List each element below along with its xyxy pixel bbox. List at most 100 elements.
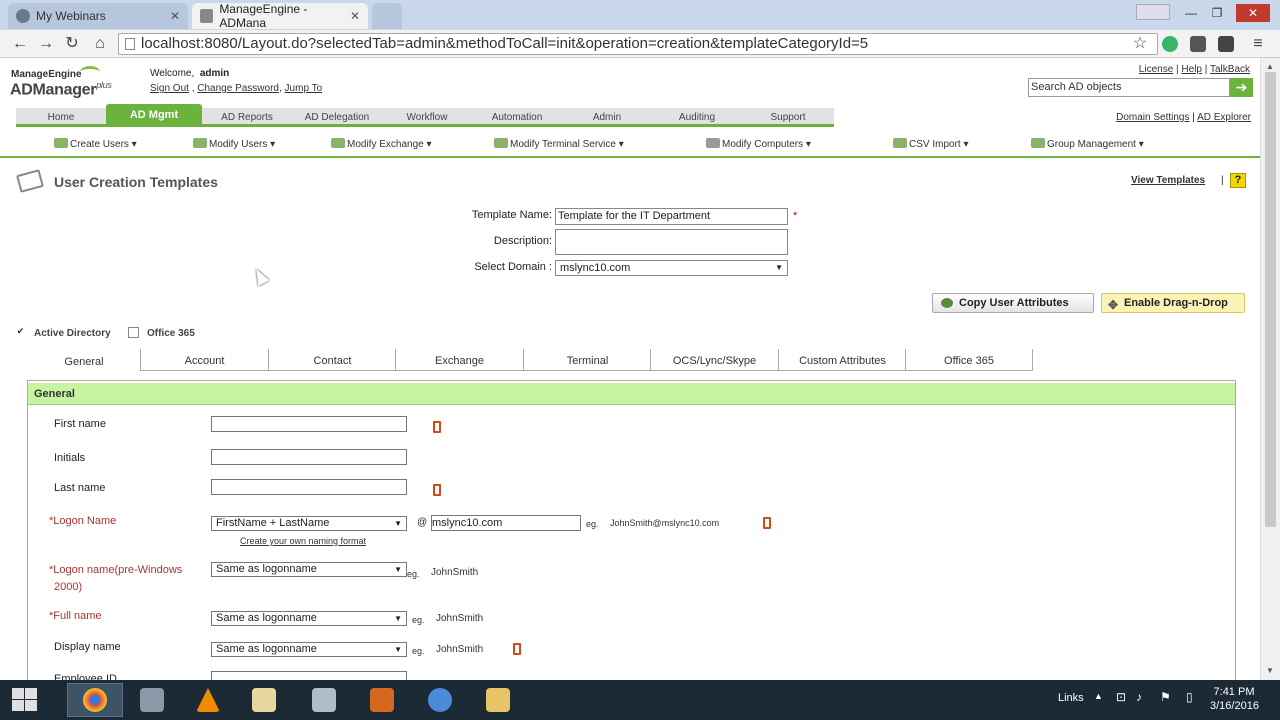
tab-office-365[interactable]: Office 365	[905, 349, 1033, 371]
taskbar-app[interactable]	[296, 683, 352, 717]
pre-windows-2000-select[interactable]: Same as logonname ▼	[211, 562, 407, 577]
windows-start-icon[interactable]	[12, 688, 38, 712]
extension-icon[interactable]	[1218, 36, 1234, 52]
talkback-link[interactable]: TalkBack	[1210, 64, 1250, 75]
terminal-icon	[494, 138, 508, 148]
volume-icon[interactable]: ♪	[1136, 690, 1142, 704]
menu-modify-exchange[interactable]: Modify Exchange ▾	[331, 138, 432, 150]
taskbar-network[interactable]	[412, 683, 468, 717]
taskbar-docs[interactable]	[236, 683, 292, 717]
menu-icon[interactable]: ≡	[1248, 34, 1268, 54]
last-name-input[interactable]	[211, 479, 407, 495]
license-link[interactable]: License	[1139, 64, 1173, 75]
domain-settings-link[interactable]: Domain Settings	[1116, 112, 1189, 123]
users-icon	[54, 138, 68, 148]
mouse-cursor-icon	[250, 266, 270, 286]
template-icon	[16, 169, 44, 193]
first-name-input[interactable]	[211, 416, 407, 432]
close-tab-icon[interactable]: ✕	[350, 9, 360, 23]
profile-badge[interactable]	[1136, 4, 1170, 20]
ad-explorer-link[interactable]: AD Explorer	[1197, 112, 1251, 123]
menu-modify-users[interactable]: Modify Users ▾	[193, 138, 275, 150]
page-favicon-icon	[200, 9, 214, 23]
tab-workflow[interactable]: Workflow	[382, 108, 472, 127]
help-link[interactable]: Help	[1181, 64, 1202, 75]
view-templates-link[interactable]: View Templates	[1131, 175, 1205, 186]
tray-links[interactable]: Links	[1058, 692, 1084, 704]
close-window-icon[interactable]: ✕	[1236, 4, 1270, 22]
taskbar-tools[interactable]	[124, 683, 180, 717]
tab-home[interactable]: Home	[16, 108, 106, 127]
home-icon[interactable]: ⌂	[90, 34, 110, 54]
domain-links: Domain Settings | AD Explorer	[1116, 112, 1251, 123]
tab-automation[interactable]: Automation	[472, 108, 562, 127]
menu-modify-terminal-service[interactable]: Modify Terminal Service ▾	[494, 138, 624, 150]
tab-ad-reports[interactable]: AD Reports	[202, 108, 292, 127]
menu-group-management[interactable]: Group Management ▾	[1031, 138, 1144, 150]
tab-exchange[interactable]: Exchange	[395, 349, 523, 371]
new-tab-button[interactable]	[372, 3, 402, 29]
logon-name-format-select[interactable]: FirstName + LastName ▼	[211, 516, 407, 531]
browser-tab-webinars[interactable]: My Webinars ✕	[8, 3, 188, 29]
tab-account[interactable]: Account	[140, 349, 268, 371]
template-name-input[interactable]: Template for the IT Department	[555, 208, 788, 225]
tab-terminal[interactable]: Terminal	[523, 349, 651, 371]
sign-out-link[interactable]: Sign Out	[150, 83, 189, 94]
username: admin	[199, 68, 230, 79]
taskbar-explorer[interactable]	[470, 683, 526, 717]
maximize-icon[interactable]: ❐	[1204, 4, 1230, 22]
minimize-icon[interactable]: —	[1178, 4, 1204, 22]
address-bar[interactable]: localhost:8080/Layout.do?selectedTab=adm…	[118, 33, 1158, 55]
initials-input[interactable]	[211, 449, 407, 465]
reload-icon[interactable]: ↻	[62, 34, 82, 54]
display-name-select[interactable]: Same as logonname ▼	[211, 642, 407, 657]
tab-general[interactable]: General	[28, 349, 140, 371]
forward-icon[interactable]: →	[36, 34, 56, 54]
tab-ocs-lync-skype[interactable]: OCS/Lync/Skype	[650, 349, 778, 371]
change-password-link[interactable]: Change Password	[197, 83, 279, 94]
scrollbar-thumb[interactable]	[1265, 72, 1276, 527]
copy-user-attributes-button[interactable]: Copy User Attributes	[932, 293, 1094, 313]
description-textarea[interactable]	[555, 229, 788, 255]
scroll-down-icon[interactable]: ▼	[1266, 666, 1274, 675]
jump-to-link[interactable]: Jump To	[285, 83, 323, 94]
full-name-select[interactable]: Same as logonname ▼	[211, 611, 407, 626]
tab-support[interactable]: Support	[742, 108, 834, 127]
grammarly-icon[interactable]	[1162, 36, 1178, 52]
office365-checkbox[interactable]	[128, 327, 139, 338]
back-icon[interactable]: ←	[10, 34, 30, 54]
menu-csv-import[interactable]: CSV Import ▾	[893, 138, 969, 150]
page-icon	[125, 38, 135, 50]
create-naming-format-link[interactable]: Create your own naming format	[240, 536, 366, 546]
main-tabs: Home AD Mgmt AD Reports AD Delegation Wo…	[16, 104, 834, 127]
tab-admin[interactable]: Admin	[562, 108, 652, 127]
search-go-button[interactable]: ➔	[1230, 78, 1253, 97]
enable-drag-n-drop-button[interactable]: ✥ Enable Drag-n-Drop	[1101, 293, 1245, 313]
logon-domain-input[interactable]: mslync10.com	[431, 515, 581, 531]
search-ad-objects-input[interactable]: Search AD objects	[1028, 78, 1230, 97]
taskbar-recorder[interactable]	[354, 683, 410, 717]
flag-icon[interactable]: ⚑	[1160, 690, 1171, 704]
active-directory-checkbox[interactable]: ✔	[15, 327, 26, 338]
vertical-scrollbar[interactable]: ▲ ▼	[1260, 58, 1280, 680]
tab-contact[interactable]: Contact	[268, 349, 396, 371]
close-tab-icon[interactable]: ✕	[170, 9, 180, 23]
menu-create-users[interactable]: Create Users ▾	[54, 138, 137, 150]
tab-auditing[interactable]: Auditing	[652, 108, 742, 127]
tab-ad-mgmt[interactable]: AD Mgmt	[106, 104, 202, 127]
battery-icon[interactable]: ▯	[1186, 690, 1193, 704]
tab-custom-attributes[interactable]: Custom Attributes	[778, 349, 906, 371]
tab-ad-delegation[interactable]: AD Delegation	[292, 108, 382, 127]
tray-device-icon[interactable]: ⊡	[1116, 690, 1126, 704]
clock[interactable]: 7:41 PM 3/16/2016	[1210, 685, 1259, 713]
taskbar-vlc[interactable]	[180, 683, 236, 717]
help-icon[interactable]: ?	[1230, 173, 1246, 188]
taskbar-chrome[interactable]	[67, 683, 123, 717]
domain-select[interactable]: mslync10.com ▼	[555, 260, 788, 276]
menu-modify-computers[interactable]: Modify Computers ▾	[706, 138, 811, 150]
star-icon[interactable]: ☆	[1130, 34, 1150, 54]
tray-expand-icon[interactable]: ▲	[1094, 691, 1103, 701]
extension-icon[interactable]	[1190, 36, 1206, 52]
browser-tab-admanager[interactable]: ManageEngine - ADMana ✕	[192, 2, 368, 30]
scroll-up-icon[interactable]: ▲	[1266, 62, 1274, 71]
